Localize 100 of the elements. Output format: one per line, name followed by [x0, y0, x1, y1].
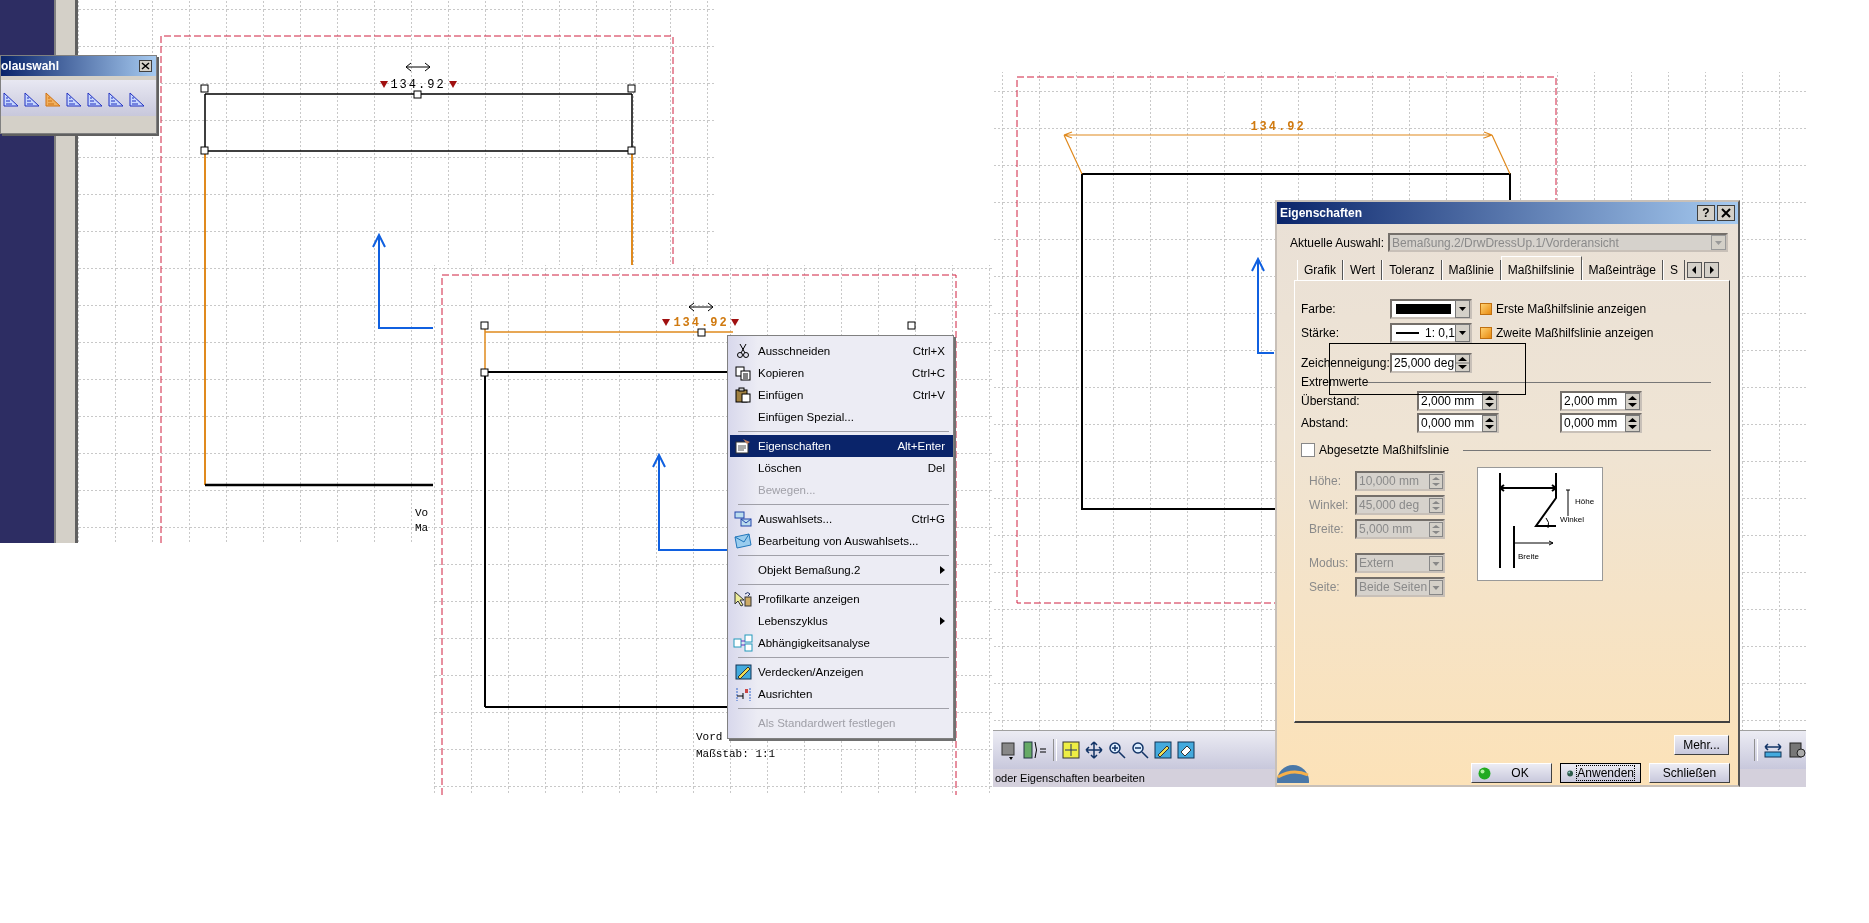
menu-item[interactable]: Löschen Del [730, 457, 953, 479]
hatched-triangle-icon[interactable] [66, 90, 83, 107]
pencil-square-icon[interactable] [1154, 741, 1172, 759]
spinner-field[interactable]: 0,000 mm [1417, 413, 1499, 433]
field-label: Aktuelle Auswahl: [1290, 235, 1385, 250]
envelope-icon [734, 533, 752, 549]
caret-icon [1455, 300, 1470, 318]
menu-item[interactable]: Kopieren Ctrl+C [730, 362, 953, 384]
checkbox[interactable] [1480, 327, 1492, 339]
dialog-button[interactable]: Schließen [1649, 763, 1730, 783]
caret-icon [1455, 324, 1470, 342]
checkbox[interactable] [1301, 443, 1315, 457]
menu-item[interactable]: Einfügen Spezial... [730, 406, 953, 428]
tab[interactable]: Grafik [1297, 260, 1343, 280]
tab[interactable]: S [1662, 260, 1685, 280]
thickness-dropdown[interactable]: 1: 0,1 [1390, 323, 1472, 343]
handle-icon [907, 321, 916, 330]
menu-item[interactable]: Eigenschaften Alt+Enter [730, 435, 953, 457]
checkbox-label: Abgesetzte Maßhilfslinie [1319, 443, 1450, 457]
cursor-icon [734, 591, 752, 607]
cube-icon[interactable] [1001, 740, 1017, 760]
submenu-arrow-icon [940, 566, 945, 574]
menu-item[interactable]: Auswahlsets... Ctrl+G [730, 508, 953, 530]
color-dropdown[interactable] [1390, 299, 1472, 319]
clipboard-icon [735, 387, 751, 403]
spinner-arrows-icon [1625, 414, 1640, 432]
hatched-triangle-icon[interactable] [87, 90, 104, 107]
dimension-text: 134.92 [390, 78, 446, 92]
align-icon [734, 686, 752, 702]
spinner-arrows-icon [1482, 392, 1497, 410]
envelopes-icon [734, 511, 752, 527]
submenu-arrow-icon [940, 617, 945, 625]
zoom-in-icon[interactable] [1108, 741, 1126, 759]
field-label: Höhe: [1309, 474, 1343, 488]
menu-item[interactable]: Profilkarte anzeigen [730, 588, 953, 610]
window-title: Eigenschaften [1280, 206, 1364, 220]
view-label: Vord [696, 731, 723, 743]
tab[interactable]: Toleranz [1382, 260, 1442, 280]
diagram-label: Höhe [1575, 497, 1595, 506]
view-label: Vo [415, 507, 429, 519]
menu-item[interactable]: Lebenszyklus [730, 610, 953, 632]
hatched-triangle-icon[interactable] [3, 90, 20, 107]
spinner-field[interactable]: 2,000 mm [1560, 391, 1642, 411]
dialog-button[interactable]: Anwenden [1560, 763, 1641, 783]
zoom-out-icon[interactable] [1131, 741, 1149, 759]
fit-all-icon[interactable] [1062, 741, 1080, 759]
close-icon[interactable] [1717, 205, 1735, 221]
menu-item[interactable]: Verdecken/Anzeigen [730, 661, 953, 683]
spinner-field[interactable]: 0,000 mm [1560, 413, 1642, 433]
tab[interactable]: Maßlinie [1441, 260, 1501, 280]
menu-item[interactable]: Einfügen Ctrl+V [730, 384, 953, 406]
menu-item[interactable]: Ausschneiden Ctrl+X [730, 340, 953, 362]
scissors-icon [737, 343, 749, 359]
double-arrow-icon [688, 302, 714, 312]
dimension-icon[interactable] [1763, 741, 1783, 759]
spinner-arrows-icon [1455, 354, 1470, 372]
menu-item[interactable]: Objekt Bemaßung.2 [730, 559, 953, 581]
triangle-icon [731, 319, 739, 326]
more-button[interactable]: Mehr... [1674, 735, 1729, 755]
tab[interactable]: Maßhilfslinie [1500, 256, 1582, 280]
spinner-arrows-icon [1625, 392, 1640, 410]
spinner-arrows-icon [1429, 521, 1443, 537]
handle-icon [480, 321, 489, 330]
handle-icon [200, 84, 209, 93]
pencil-square-icon [734, 664, 752, 680]
pan-icon[interactable] [1085, 741, 1103, 759]
field-label: Winkel: [1309, 498, 1350, 512]
checkbox[interactable] [1480, 303, 1492, 315]
tab[interactable]: Maßeinträge [1581, 260, 1663, 280]
sheet-icon [735, 438, 751, 454]
spinner-field[interactable]: 25,000 deg [1390, 353, 1472, 373]
eraser-square-icon[interactable] [1177, 741, 1195, 759]
dialog-button[interactable]: OK [1471, 763, 1552, 783]
formula-icon[interactable] [1022, 740, 1048, 760]
field-label: Modus: [1309, 556, 1350, 570]
menu-item[interactable]: Ausrichten [730, 683, 953, 705]
dimension-text: 134.92 [673, 316, 729, 330]
caret-icon [1429, 555, 1443, 571]
dimension-text: 134.92 [1250, 120, 1306, 134]
hatched-triangle-icon[interactable] [129, 90, 146, 107]
diagram-label: Winkel [1560, 515, 1584, 524]
hatched-triangle-icon[interactable] [24, 90, 41, 107]
help-button[interactable]: ? [1697, 205, 1715, 221]
hatched-triangle-icon[interactable] [108, 90, 125, 107]
caret-icon [1429, 579, 1443, 595]
field-label: Breite: [1309, 522, 1345, 536]
handle-icon [413, 90, 422, 99]
menu-item[interactable]: Abhängigkeitsanalyse [730, 632, 953, 654]
spinner-arrows-icon [1429, 497, 1443, 513]
ball-icon [1478, 766, 1491, 780]
spinner-arrows-icon [1482, 414, 1497, 432]
spinner-field[interactable]: 2,000 mm [1417, 391, 1499, 411]
field-label: Seite: [1309, 580, 1341, 594]
field-label: Abstand: [1301, 416, 1350, 430]
menu-item[interactable]: Bearbeitung von Auswahlsets... [730, 530, 953, 552]
view-label: Ma [415, 522, 429, 534]
caret-icon [1711, 235, 1726, 250]
tab[interactable]: Wert [1343, 260, 1383, 280]
gears-icon[interactable] [1788, 741, 1806, 759]
close-icon[interactable] [139, 60, 152, 72]
